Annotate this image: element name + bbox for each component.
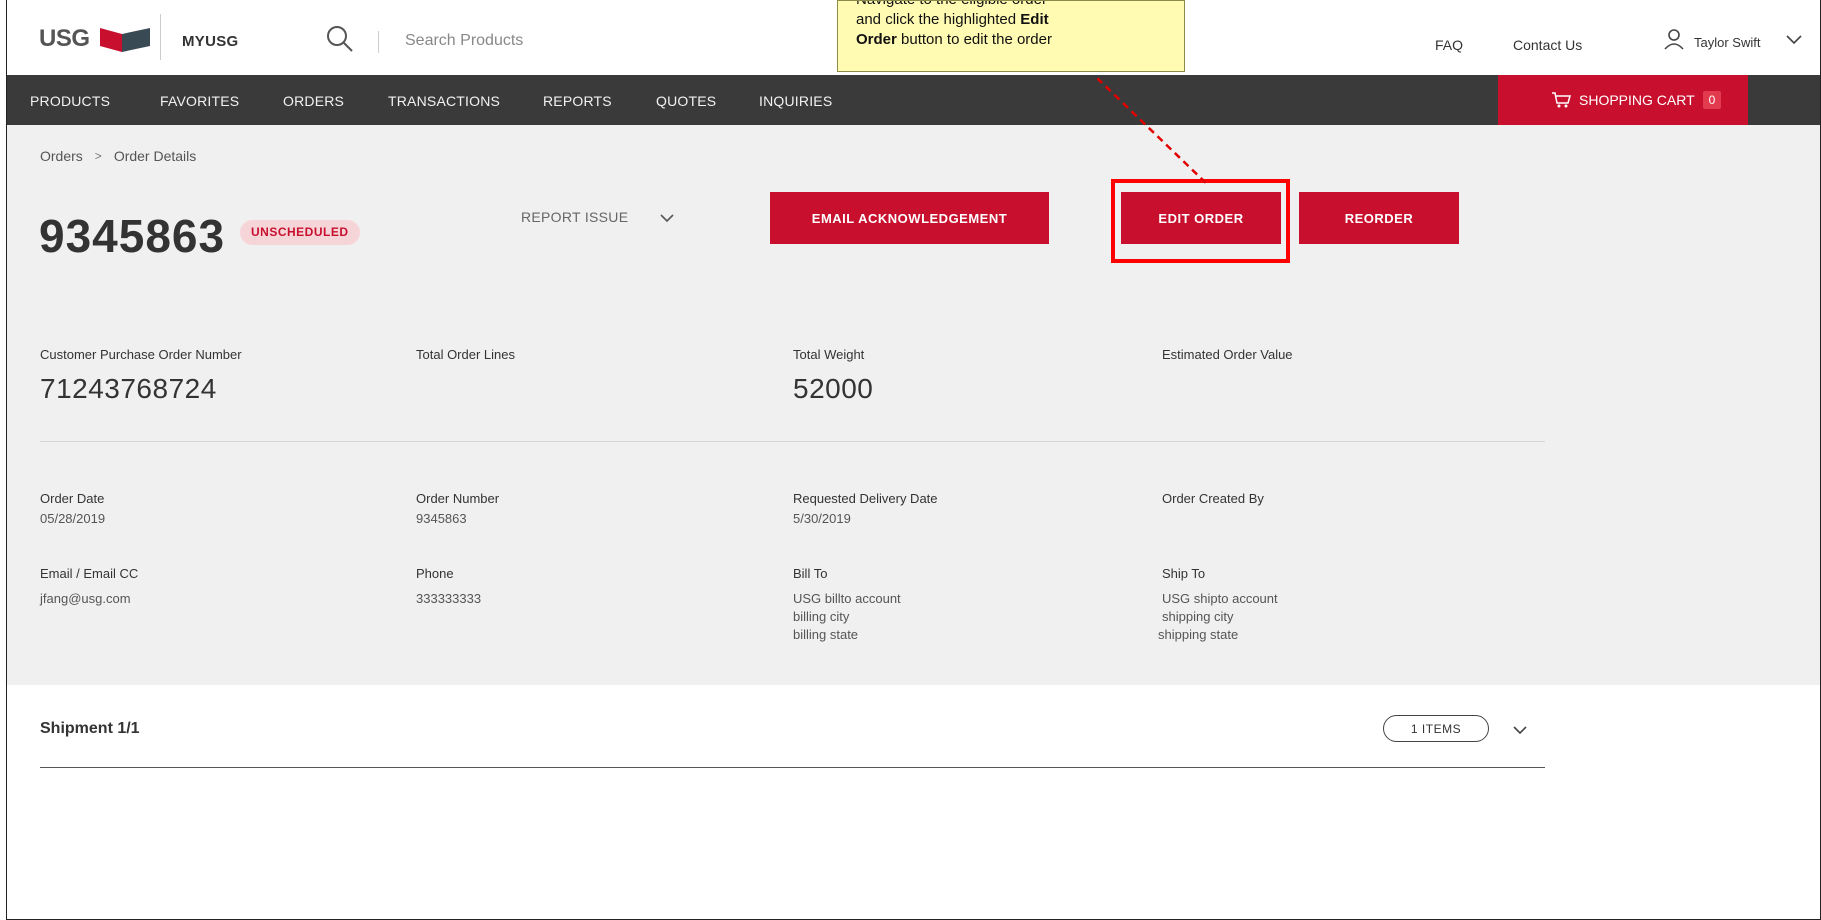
email-acknowledgement-button[interactable]: EMAIL ACKNOWLEDGEMENT	[770, 192, 1049, 244]
bill-to-state: billing state	[793, 627, 859, 642]
shipment-title: Shipment 1/1	[40, 720, 140, 737]
delivery-date-label: Requested Delivery Date	[793, 491, 938, 506]
delivery-date-value: 5/30/2019	[793, 511, 851, 526]
nav-item-orders[interactable]: ORDERS	[283, 93, 344, 109]
order-details-panel: Orders > Order Details 9345863 UNSCHEDUL…	[7, 125, 1820, 685]
bill-to-label: Bill To	[793, 566, 828, 581]
breadcrumb-orders[interactable]: Orders	[40, 148, 83, 164]
callout-text: and click the highlighted	[856, 11, 1021, 28]
main-nav: PRODUCTS FAVORITES ORDERS TRANSACTIONS R…	[7, 75, 1820, 125]
chevron-down-icon[interactable]	[1512, 722, 1528, 738]
callout-bold-text: Order	[856, 31, 897, 48]
search-input[interactable]	[405, 29, 825, 53]
faq-link[interactable]: FAQ	[1435, 37, 1463, 53]
app-name[interactable]: MYUSG	[182, 33, 239, 50]
nav-item-favorites[interactable]: FAVORITES	[160, 93, 239, 109]
total-lines-label: Total Order Lines	[416, 347, 515, 362]
estimated-value-label: Estimated Order Value	[1162, 347, 1293, 362]
po-number-label: Customer Purchase Order Number	[40, 347, 242, 362]
nav-item-reports[interactable]: REPORTS	[543, 93, 612, 109]
total-weight-value: 52000	[793, 373, 874, 404]
nav-item-inquiries[interactable]: INQUIRIES	[759, 93, 832, 109]
chevron-down-icon[interactable]	[1785, 30, 1803, 48]
cart-icon	[1551, 91, 1571, 109]
logo-text: USG	[39, 25, 90, 52]
page-frame: USG MYUSG FAQ Contact Us T	[6, 0, 1821, 920]
ship-to-city: shipping city	[1162, 609, 1234, 624]
user-icon[interactable]	[1663, 28, 1685, 50]
ship-to-label: Ship To	[1162, 566, 1206, 581]
bill-to-city: billing city	[793, 609, 850, 624]
contact-us-link[interactable]: Contact Us	[1513, 37, 1582, 53]
instruction-callout: Navigate to the eligible order and click…	[837, 0, 1185, 72]
chevron-down-icon[interactable]	[659, 210, 675, 226]
cart-count-badge: 0	[1702, 91, 1722, 109]
items-count-pill[interactable]: 1 ITEMS	[1383, 715, 1489, 742]
cart-label: SHOPPING CART	[1579, 92, 1695, 108]
callout-line-2: and click the highlighted Edit	[856, 10, 1166, 30]
header-divider	[160, 14, 161, 60]
callout-line-1: Navigate to the eligible order	[856, 1, 1166, 10]
status-badge: UNSCHEDULED	[240, 220, 360, 245]
shopping-cart-button[interactable]: SHOPPING CART 0	[1498, 75, 1748, 125]
order-date-value: 05/28/2019	[40, 511, 106, 526]
nav-item-quotes[interactable]: QUOTES	[656, 93, 716, 109]
phone-label: Phone	[416, 566, 454, 581]
po-number-value: 71243768724	[40, 373, 217, 404]
page-title: 9345863	[39, 210, 226, 262]
nav-item-transactions[interactable]: TRANSACTIONS	[388, 93, 500, 109]
callout-line-3: Order button to edit the order	[856, 30, 1166, 50]
search-divider	[378, 31, 379, 53]
order-number-value: 9345863	[416, 511, 467, 526]
order-date-label: Order Date	[40, 491, 105, 506]
phone-value: 333333333	[416, 591, 482, 606]
breadcrumb-separator: >	[94, 149, 102, 163]
email-value: jfang@usg.com	[40, 591, 131, 606]
search-icon[interactable]	[325, 24, 355, 54]
ship-to-state: shipping state	[1158, 627, 1239, 642]
callout-arrow	[1097, 78, 1208, 185]
created-by-label: Order Created By	[1162, 491, 1264, 506]
ship-to-account: USG shipto account	[1162, 591, 1278, 606]
nav-item-products[interactable]: PRODUCTS	[30, 93, 110, 109]
order-number-label: Order Number	[416, 491, 500, 506]
reorder-button[interactable]: REORDER	[1299, 192, 1459, 244]
total-weight-label: Total Weight	[793, 347, 865, 362]
usg-logo[interactable]: USG	[39, 24, 154, 54]
section-divider	[40, 441, 1545, 442]
callout-text: button to edit the order	[896, 31, 1052, 48]
shipment-divider	[40, 767, 1545, 768]
user-name[interactable]: Taylor Swift	[1694, 35, 1760, 50]
breadcrumb: Orders > Order Details	[40, 148, 196, 164]
logo-mark-icon	[98, 24, 154, 54]
email-label: Email / Email CC	[40, 566, 139, 581]
edit-order-highlight	[1111, 179, 1290, 263]
bill-to-account: USG billto account	[793, 591, 901, 606]
report-issue-dropdown[interactable]: REPORT ISSUE	[521, 209, 628, 225]
breadcrumb-order-details: Order Details	[113, 148, 197, 164]
callout-bold-text: Edit	[1020, 11, 1049, 28]
